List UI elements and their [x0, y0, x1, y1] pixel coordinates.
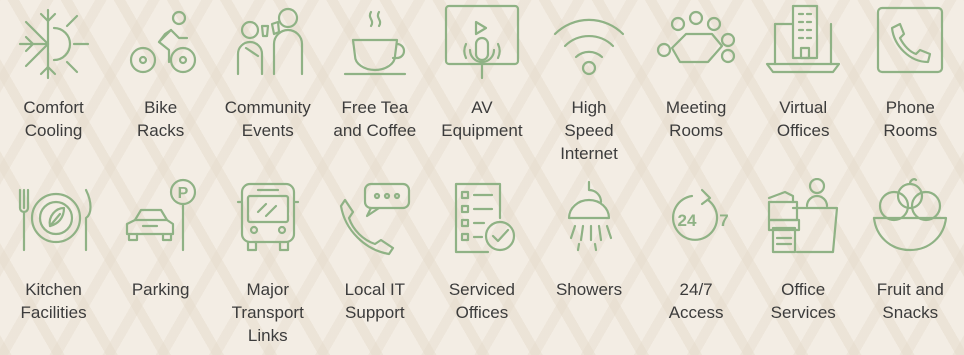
amenity-free-tea-coffee: Free Tea and Coffee [321, 0, 428, 178]
car-parking-icon: P [121, 178, 201, 258]
amenity-showers: Showers [535, 178, 642, 355]
amenity-label: Showers [555, 280, 623, 299]
amenities-grid: Comfort Cooling Bike Racks Community Eve… [0, 0, 964, 355]
wifi-icon [549, 4, 629, 84]
amenity-community-events: Community Events [214, 0, 321, 178]
amenity-av-equipment: AV Equipment [428, 0, 535, 178]
phone-icon [870, 4, 950, 84]
clock-24-7-icon: 24 7 [656, 178, 736, 258]
clock-days-text: 7 [719, 211, 728, 230]
amenity-label: Virtual Offices [776, 98, 830, 140]
bike-rider-icon [121, 4, 201, 84]
amenity-high-speed-internet: High Speed Internet [535, 0, 642, 178]
bus-icon [228, 178, 308, 258]
amenity-bike-racks: Bike Racks [107, 0, 214, 178]
amenity-label: AV Equipment [441, 98, 523, 140]
amenity-label: Community Events [224, 98, 311, 140]
amenity-label: Comfort Cooling [23, 98, 84, 140]
amenity-label: Phone Rooms [883, 98, 938, 140]
amenity-kitchen-facilities: Kitchen Facilities [0, 178, 107, 355]
amenity-fruit-and-snacks: Fruit and Snacks [857, 178, 964, 355]
amenity-label: Office Services [770, 280, 836, 322]
amenity-label: Kitchen Facilities [20, 280, 87, 322]
conference-table-icon [656, 4, 736, 84]
phone-chat-icon [335, 178, 415, 258]
printer-desk-icon [763, 178, 843, 258]
amenity-label: Meeting Rooms [665, 98, 727, 140]
shower-head-icon [549, 178, 629, 258]
amenity-comfort-cooling: Comfort Cooling [0, 0, 107, 178]
amenity-label: Local IT Support [344, 280, 406, 322]
people-toast-icon [228, 4, 308, 84]
checklist-icon [442, 178, 522, 258]
amenity-serviced-offices: Serviced Offices [428, 178, 535, 355]
amenity-major-transport-links: Major Transport Links [214, 178, 321, 355]
amenity-parking: P Parking [107, 178, 214, 355]
amenity-phone-rooms: Phone Rooms [857, 0, 964, 178]
amenity-label: 24/7 Access [668, 280, 724, 322]
screen-microphone-icon [442, 4, 522, 84]
amenity-label: High Speed Internet [560, 98, 618, 163]
amenity-label: Major Transport Links [231, 280, 304, 345]
plate-cutlery-icon [14, 178, 94, 258]
snowflake-sun-icon [14, 4, 94, 84]
amenity-virtual-offices: Virtual Offices [750, 0, 857, 178]
amenity-label: Free Tea and Coffee [333, 98, 417, 140]
amenity-label: Serviced Offices [448, 280, 515, 322]
amenity-label: Fruit and Snacks [876, 280, 944, 322]
amenity-meeting-rooms: Meeting Rooms [643, 0, 750, 178]
amenity-label: Bike Racks [137, 98, 185, 140]
fruit-bowl-icon [870, 178, 950, 258]
amenity-office-services: Office Services [750, 178, 857, 355]
parking-letter: P [177, 185, 188, 202]
amenity-24-7-access: 24 7 24/7 Access [643, 178, 750, 355]
amenity-local-it-support: Local IT Support [321, 178, 428, 355]
amenity-label: Parking [131, 280, 190, 299]
laptop-building-icon [763, 4, 843, 84]
steaming-cup-icon [335, 4, 415, 84]
clock-hours-text: 24 [678, 211, 697, 230]
